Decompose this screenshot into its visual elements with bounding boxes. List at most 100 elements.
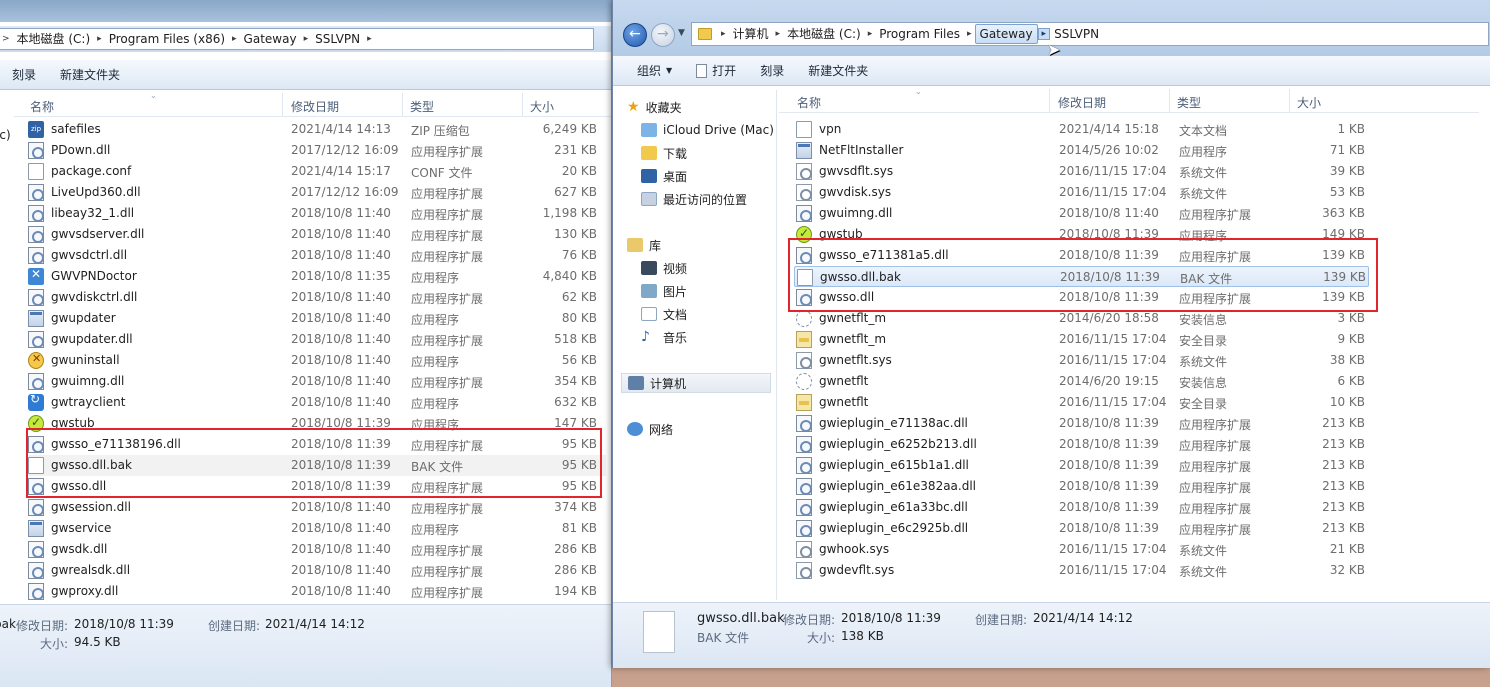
crumb-computer[interactable]: 计算机 <box>729 24 773 44</box>
details-modified: 2018/10/8 11:39 <box>74 617 174 631</box>
file-row[interactable]: gwsession.dll 2018/10/8 11:40 应用程序扩展 374 KB <box>26 497 606 518</box>
file-row[interactable]: vpn 2021/4/14 15:18 文本文档 1 KB <box>794 119 1369 140</box>
file-row[interactable]: gwsso_e711381a5.dll 2018/10/8 11:39 应用程序扩展… <box>794 245 1369 266</box>
file-row[interactable]: gwservice 2018/10/8 11:40 应用程序 81 KB <box>26 518 606 539</box>
file-row[interactable]: gwvsdserver.dll 2018/10/8 11:40 应用程序扩展 130 … <box>26 224 606 245</box>
breadcrumb[interactable]: ▸ 计算机 ▸ 本地磁盘 (C:) ▸ Program Files ▸ Gateway… <box>691 22 1489 46</box>
nav-videos[interactable]: 视频 <box>641 258 687 278</box>
crumb-drive[interactable]: 本地磁盘 (C:) <box>783 24 865 44</box>
file-row[interactable]: gwuninstall 2018/10/8 11:40 应用程序 56 KB <box>26 350 606 371</box>
file-row[interactable]: gwdevflt.sys 2016/11/15 17:04 系统文件 32 KB <box>794 560 1369 581</box>
col-size[interactable]: 大小 <box>530 98 554 115</box>
crumb-gateway[interactable]: Gateway <box>974 24 1038 44</box>
file-row[interactable]: gwvdiskctrl.dll 2018/10/8 11:40 应用程序扩展 62 K… <box>26 287 606 308</box>
chevron-right-icon[interactable]: ▸ <box>1037 28 1051 40</box>
file-row[interactable]: gwvsdflt.sys 2016/11/15 17:04 系统文件 39 KB <box>794 161 1369 182</box>
file-name: LiveUpd360.dll <box>51 185 141 199</box>
chevron-right-icon[interactable]: ▸ <box>94 34 105 44</box>
crumb-sslvpn[interactable]: SSLVPN <box>311 29 364 49</box>
chevron-right-icon[interactable]: ▸ <box>229 34 240 44</box>
nav-network[interactable]: 网络 <box>627 419 673 439</box>
file-row[interactable]: gwsso.dll.bak 2018/10/8 11:39 BAK 文件 95 KB <box>26 455 606 476</box>
file-row[interactable]: gwnetflt 2016/11/15 17:04 安全目录 10 KB <box>794 392 1369 413</box>
file-row[interactable]: gwupdater.dll 2018/10/8 11:40 应用程序扩展 518 KB <box>26 329 606 350</box>
file-row[interactable]: gwsdk.dll 2018/10/8 11:40 应用程序扩展 286 KB <box>26 539 606 560</box>
back-button[interactable]: ← <box>623 23 647 47</box>
file-row[interactable]: gwstub 2018/10/8 11:39 应用程序 149 KB <box>794 224 1369 245</box>
new-folder-button[interactable]: 新建文件夹 <box>796 56 880 86</box>
nav-recent-places[interactable]: 最近访问的位置 <box>641 189 747 209</box>
open-button[interactable]: 打开 <box>684 56 748 86</box>
file-row[interactable]: libeay32_1.dll 2018/10/8 11:40 应用程序扩展 1,198… <box>26 203 606 224</box>
forward-button[interactable]: → <box>651 23 675 47</box>
nav-pictures[interactable]: 图片 <box>641 281 687 301</box>
file-row[interactable]: LiveUpd360.dll 2017/12/12 16:09 应用程序扩展 627 … <box>26 182 606 203</box>
file-size: 149 KB <box>1322 227 1365 241</box>
crumb-program-files[interactable]: Program Files (x86) <box>105 29 229 49</box>
col-date[interactable]: 修改日期 <box>1058 94 1106 111</box>
chevron-right-icon[interactable]: ▸ <box>865 29 876 39</box>
file-row[interactable]: gwupdater 2018/10/8 11:40 应用程序 80 KB <box>26 308 606 329</box>
file-date: 2021/4/14 15:18 <box>1059 122 1159 136</box>
file-row[interactable]: PDown.dll 2017/12/12 16:09 应用程序扩展 231 KB <box>26 140 606 161</box>
file-row[interactable]: gwieplugin_e71138ac.dll 2018/10/8 11:39 应用… <box>794 413 1369 434</box>
col-type[interactable]: 类型 <box>1177 94 1201 111</box>
file-row[interactable]: gwieplugin_e61e382aa.dll 2018/10/8 11:39 应… <box>794 476 1369 497</box>
chevron-right-icon[interactable]: ▸ <box>364 34 375 44</box>
file-row[interactable]: GWVPNDoctor 2018/10/8 11:35 应用程序 4,840 KB <box>26 266 606 287</box>
file-row[interactable]: gwsso.dll.bak 2018/10/8 11:39 BAK 文件 139 KB <box>794 266 1369 287</box>
col-name[interactable]: 名称 <box>30 98 54 115</box>
nav-libraries[interactable]: 库 <box>627 235 661 255</box>
col-type[interactable]: 类型 <box>410 98 434 115</box>
file-row[interactable]: gwieplugin_e61a33bc.dll 2018/10/8 11:39 应用… <box>794 497 1369 518</box>
nav-documents[interactable]: 文档 <box>641 304 687 324</box>
chevron-right-icon[interactable]: ▸ <box>718 29 729 39</box>
file-row[interactable]: gwvdisk.sys 2016/11/15 17:04 系统文件 53 KB <box>794 182 1369 203</box>
nav-downloads[interactable]: 下载 <box>641 143 687 163</box>
dll-file-icon <box>28 331 44 348</box>
file-row[interactable]: gwsso.dll 2018/10/8 11:39 应用程序扩展 139 KB <box>794 287 1369 308</box>
file-row[interactable]: gwnetflt 2014/6/20 19:15 安装信息 6 KB <box>794 371 1369 392</box>
file-row[interactable]: gwvsdctrl.dll 2018/10/8 11:40 应用程序扩展 76 KB <box>26 245 606 266</box>
col-date[interactable]: 修改日期 <box>291 98 339 115</box>
details-filename: gwsso.dll.bak <box>697 611 785 626</box>
col-size[interactable]: 大小 <box>1297 94 1321 111</box>
crumb-program-files[interactable]: Program Files <box>875 24 964 44</box>
file-row[interactable]: gwhook.sys 2016/11/15 17:04 系统文件 21 KB <box>794 539 1369 560</box>
file-row[interactable]: gwnetflt.sys 2016/11/15 17:04 系统文件 38 KB <box>794 350 1369 371</box>
file-row[interactable]: safefiles 2021/4/14 14:13 ZIP 压缩包 6,249 KB <box>26 119 606 140</box>
burn-button[interactable]: 刻录 <box>748 56 796 86</box>
organize-button[interactable]: 组织 ▼ <box>613 56 684 86</box>
chevron-right-icon[interactable]: ▸ <box>301 34 312 44</box>
file-row[interactable]: gwsso_e71138196.dll 2018/10/8 11:39 应用程序扩展… <box>26 434 606 455</box>
nav-icloud-drive[interactable]: iCloud Drive (Mac) <box>641 120 774 140</box>
file-row[interactable]: NetFltInstaller 2014/5/26 10:02 应用程序 71 KB <box>794 140 1369 161</box>
nav-favorites[interactable]: ★ 收藏夹 <box>627 97 682 117</box>
nav-computer[interactable]: 计算机 <box>621 373 771 393</box>
file-size: 354 KB <box>554 374 597 388</box>
file-row[interactable]: gwnetflt_m 2014/6/20 18:58 安装信息 3 KB <box>794 308 1369 329</box>
chevron-right-icon[interactable]: ▸ <box>964 29 975 39</box>
crumb-drive[interactable]: 本地磁盘 (C:) <box>13 29 95 49</box>
nav-music[interactable]: ♪ 音乐 <box>641 327 687 347</box>
crumb-gateway[interactable]: Gateway <box>240 29 301 49</box>
recent-pages-chevron-icon[interactable]: ▼ <box>678 28 685 38</box>
file-row[interactable]: package.conf 2021/4/14 15:17 CONF 文件 20 KB <box>26 161 606 182</box>
file-row[interactable]: gwuimng.dll 2018/10/8 11:40 应用程序扩展 363 KB <box>794 203 1369 224</box>
new-folder-button[interactable]: 新建文件夹 <box>48 60 132 90</box>
file-row[interactable]: gwproxy.dll 2018/10/8 11:40 应用程序扩展 194 KB <box>26 581 606 602</box>
file-row[interactable]: gwieplugin_e615b1a1.dll 2018/10/8 11:39 应用… <box>794 455 1369 476</box>
file-row[interactable]: gwieplugin_e6252b213.dll 2018/10/8 11:39 应… <box>794 434 1369 455</box>
burn-button[interactable]: 刻录 <box>0 60 48 90</box>
nav-desktop[interactable]: 桌面 <box>641 166 687 186</box>
file-row[interactable]: gwsso.dll 2018/10/8 11:39 应用程序扩展 95 KB <box>26 476 606 497</box>
file-row[interactable]: gwnetflt_m 2016/11/15 17:04 安全目录 9 KB <box>794 329 1369 350</box>
file-row[interactable]: gwieplugin_e6c2925b.dll 2018/10/8 11:39 应用… <box>794 518 1369 539</box>
file-row[interactable]: gwrealsdk.dll 2018/10/8 11:40 应用程序扩展 286 KB <box>26 560 606 581</box>
file-row[interactable]: gwtrayclient 2018/10/8 11:40 应用程序 632 KB <box>26 392 606 413</box>
chevron-right-icon[interactable]: ▸ <box>773 29 784 39</box>
col-name[interactable]: 名称 <box>797 94 821 111</box>
file-row[interactable]: gwuimng.dll 2018/10/8 11:40 应用程序扩展 354 KB <box>26 371 606 392</box>
file-row[interactable]: gwstub 2018/10/8 11:39 应用程序 147 KB <box>26 413 606 434</box>
breadcrumb[interactable]: > 本地磁盘 (C:) ▸ Program Files (x86) ▸ Gatewa… <box>0 28 594 50</box>
